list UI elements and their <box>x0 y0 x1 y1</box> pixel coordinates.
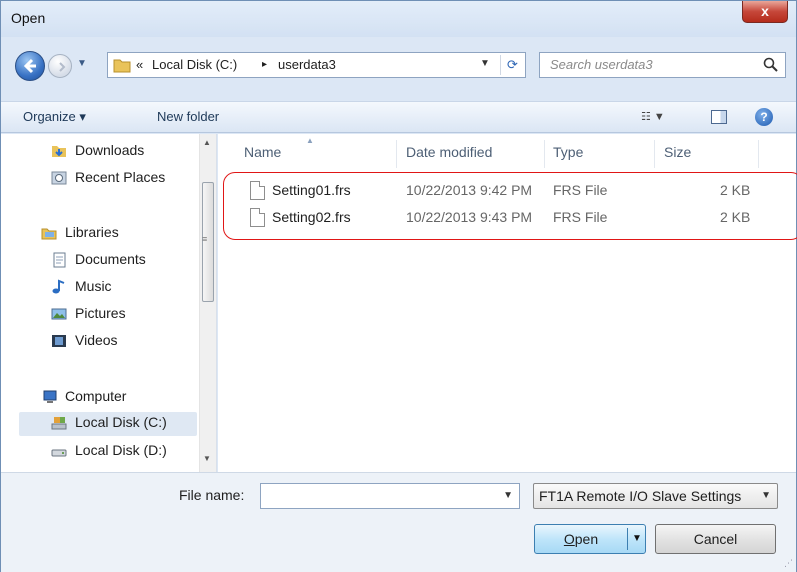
column-header-type[interactable]: Type <box>553 144 583 160</box>
address-bar[interactable]: « Local Disk (C:) ▸ userdata3 ▼ ⟳ <box>107 52 526 78</box>
annotation-highlight <box>223 172 797 240</box>
address-dropdown-icon[interactable]: ▼ <box>480 58 490 69</box>
libraries-icon <box>41 228 57 240</box>
search-placeholder: Search userdata3 <box>550 57 653 72</box>
command-toolbar: Organize ▾ New folder ☷ ▼ ? <box>1 101 796 133</box>
nav-item-computer[interactable]: Computer <box>41 386 196 410</box>
breadcrumb-separator[interactable]: ▸ <box>262 59 267 70</box>
nav-label: Computer <box>65 388 127 404</box>
close-icon: x <box>761 3 769 19</box>
preview-pane-icon[interactable] <box>711 110 727 124</box>
nav-label: Downloads <box>75 142 145 158</box>
nav-label: Local Disk (D:) <box>75 442 167 458</box>
filename-label: File name: <box>179 487 245 503</box>
refresh-icon[interactable]: ⟳ <box>500 55 524 75</box>
nav-item-local-disk-c[interactable]: Local Disk (C:) <box>19 412 197 436</box>
nav-item-libraries[interactable]: Libraries <box>41 222 196 246</box>
back-arrow-icon <box>23 58 36 74</box>
filename-dropdown-icon[interactable]: ▼ <box>503 490 513 501</box>
address-prefix[interactable]: « <box>136 57 143 72</box>
dialog-footer: File name: ▼ FT1A Remote I/O Slave Setti… <box>1 472 796 572</box>
filename-input[interactable]: ▼ <box>260 483 520 509</box>
resize-grip-icon[interactable]: ⋰ <box>784 558 793 569</box>
nav-item-downloads[interactable]: Downloads <box>51 140 196 164</box>
change-view-icon[interactable]: ☷ ▼ <box>641 110 665 123</box>
column-divider[interactable] <box>654 140 655 168</box>
history-dropdown-icon[interactable]: ▼ <box>77 58 87 69</box>
forward-arrow-icon <box>59 62 66 72</box>
column-header-date-modified[interactable]: Date modified <box>406 144 492 160</box>
nav-item-pictures[interactable]: Pictures <box>51 303 196 327</box>
open-dropdown-icon[interactable]: ▼ <box>632 533 642 544</box>
computer-icon <box>43 390 57 403</box>
music-icon <box>52 279 65 294</box>
drive-icon <box>51 449 67 457</box>
open-button[interactable]: Open ▼ <box>534 524 646 554</box>
back-button[interactable] <box>15 51 45 81</box>
open-label-mnemonic: O <box>563 531 575 547</box>
dialog-title: Open <box>11 10 46 26</box>
local-disk-icon <box>51 417 67 430</box>
nav-item-videos[interactable]: Videos <box>51 330 196 354</box>
address-row: ▼ « Local Disk (C:) ▸ userdata3 ▼ ⟳ Sear… <box>1 45 796 85</box>
breadcrumb-userdata3[interactable]: userdata3 <box>278 57 336 72</box>
sort-ascending-icon: ▲ <box>306 136 314 145</box>
documents-icon <box>53 252 66 268</box>
nav-label: Local Disk (C:) <box>75 414 167 430</box>
file-list: ▲ Name Date modified Type Size Setting01… <box>218 134 797 472</box>
column-header-name[interactable]: Name <box>244 144 281 160</box>
nav-label: Pictures <box>75 305 126 321</box>
scroll-up-icon[interactable]: ▲ <box>203 138 211 147</box>
scroll-down-icon[interactable]: ▼ <box>203 454 211 463</box>
new-folder-button[interactable]: New folder <box>157 109 219 124</box>
recent-places-icon <box>51 171 67 185</box>
close-button[interactable]: x <box>742 1 788 23</box>
open-label: Open <box>535 531 627 547</box>
nav-label: Music <box>75 278 112 294</box>
title-bar: Open x <box>1 1 796 37</box>
search-icon[interactable] <box>763 57 779 73</box>
column-divider[interactable] <box>396 140 397 168</box>
column-divider[interactable] <box>544 140 545 168</box>
cancel-button[interactable]: Cancel <box>655 524 776 554</box>
videos-icon <box>52 335 66 347</box>
nav-item-documents[interactable]: Documents <box>51 249 196 273</box>
pictures-icon <box>51 308 67 320</box>
open-split-divider <box>627 528 628 550</box>
file-type-select[interactable]: FT1A Remote I/O Slave Settings ▼ <box>533 483 778 509</box>
nav-item-music[interactable]: Music <box>51 276 196 300</box>
nav-item-recent-places[interactable]: Recent Places <box>51 167 196 191</box>
file-type-dropdown-icon[interactable]: ▼ <box>761 490 771 501</box>
open-label-rest: pen <box>574 531 599 547</box>
nav-label: Videos <box>75 332 118 348</box>
navigation-pane: Downloads Recent Places Libraries Docume… <box>1 134 217 472</box>
nav-item-local-disk-d[interactable]: Local Disk (D:) <box>51 440 196 464</box>
open-dialog: Open x ▼ « Local Disk (C:) ▸ userdata3 ▼… <box>0 0 797 572</box>
folder-icon <box>113 59 131 73</box>
breadcrumb-local-disk[interactable]: Local Disk (C:) <box>152 57 237 72</box>
column-divider[interactable] <box>758 140 759 168</box>
nav-label: Libraries <box>65 224 119 240</box>
organize-button[interactable]: Organize ▾ <box>23 109 86 125</box>
file-type-value: FT1A Remote I/O Slave Settings <box>539 488 742 504</box>
forward-button[interactable] <box>48 54 72 78</box>
help-icon[interactable]: ? <box>755 108 773 126</box>
search-input[interactable]: Search userdata3 <box>539 52 786 78</box>
scrollbar-grip-icon: ≡ <box>202 234 208 244</box>
column-header-size[interactable]: Size <box>664 144 691 160</box>
nav-scrollbar[interactable]: ▲ ≡ ▼ <box>199 134 216 472</box>
downloads-folder-icon <box>52 146 66 157</box>
nav-label: Documents <box>75 251 146 267</box>
nav-label: Recent Places <box>75 169 166 185</box>
